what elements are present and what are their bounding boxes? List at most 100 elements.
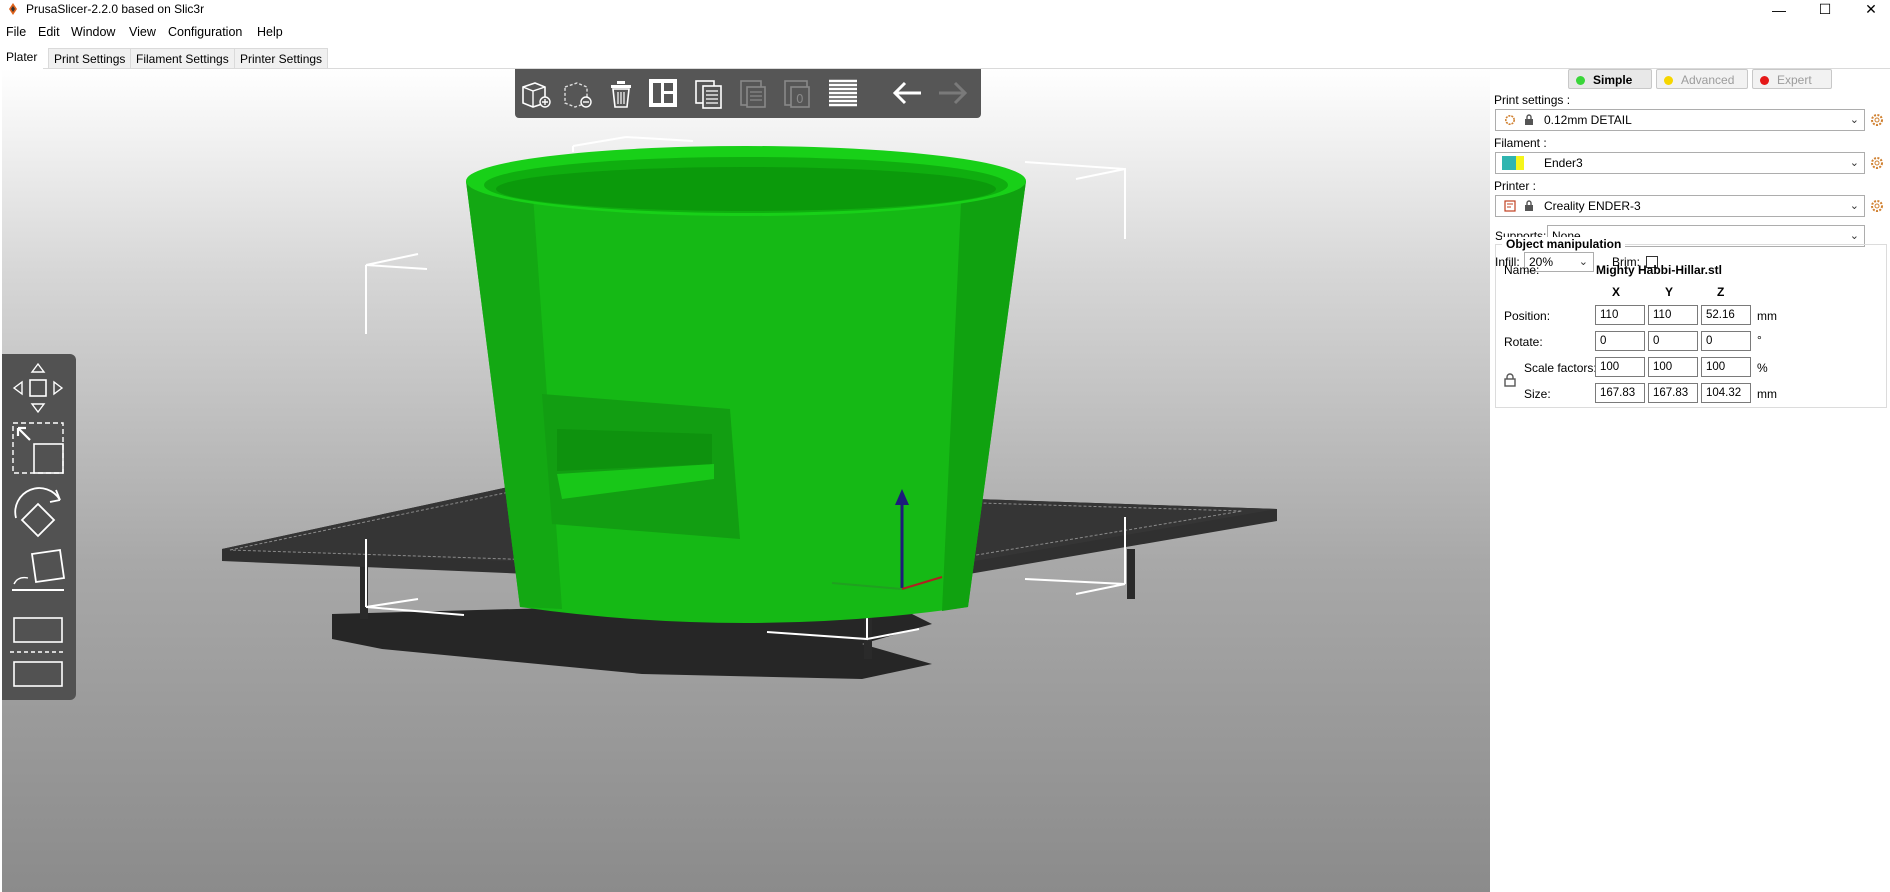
right-sidebar: Simple Advanced Expert Print settings : … [1490,69,1890,892]
menu-help[interactable]: Help [257,25,283,39]
chevron-down-icon: ⌄ [1849,157,1859,169]
axis-x-header: X [1612,285,1621,299]
lock-icon [1525,200,1533,211]
mode-simple-button[interactable]: Simple [1568,69,1652,89]
rotate-label: Rotate: [1504,335,1543,349]
object-manipulation-title: Object manipulation [1502,237,1626,251]
printer-value: Creality ENDER-3 [1544,199,1641,213]
size-unit: mm [1757,387,1777,401]
arrange-icon[interactable] [645,75,681,111]
size-label: Size: [1524,387,1551,401]
position-label: Position: [1504,309,1551,323]
delete-icon[interactable] [559,75,595,111]
menu-edit[interactable]: Edit [38,25,60,39]
print-settings-value: 0.12mm DETAIL [1544,113,1632,127]
svg-text:0: 0 [796,92,804,106]
3d-viewport[interactable]: 0 [2,69,1490,892]
rotate-z-field[interactable]: 0 [1701,331,1751,351]
scale-y-field[interactable]: 100 [1648,357,1698,377]
move-icon[interactable] [10,360,66,416]
layers-icon[interactable] [825,75,861,111]
lock-icon [1525,114,1533,125]
rotate-unit: ° [1757,333,1762,347]
instances-icon[interactable]: 0 [779,75,815,111]
gear-icon[interactable] [1870,113,1884,127]
size-z-field[interactable]: 104.32 [1701,383,1751,403]
undo-icon[interactable] [889,75,925,111]
yellow-dot-icon [1664,76,1673,85]
rotate-icon[interactable] [10,482,66,540]
chevron-down-icon: ⌄ [1849,230,1859,242]
mode-expert-button[interactable]: Expert [1752,69,1832,89]
close-button[interactable]: ✕ [1848,0,1890,19]
object-name: Mighty Habbi-Hillar.stl [1596,263,1723,277]
position-x-field[interactable]: 110 [1595,305,1645,325]
place-on-face-icon[interactable] [10,544,66,600]
filament-value: Ender3 [1544,156,1583,170]
menu-bar: File Edit Window View Configuration Help [0,22,1890,42]
green-dot-icon [1576,76,1585,85]
model-cup[interactable] [466,146,1026,623]
red-dot-icon [1760,76,1769,85]
printer-label: Printer : [1494,179,1537,193]
title-bar: PrusaSlicer-2.2.0 based on Slic3r — ☐ ✕ [0,0,1890,19]
name-label: Name: [1504,263,1540,277]
menu-view[interactable]: View [129,25,156,39]
filament-color-swatch [1502,156,1516,170]
scale-factors-label: Scale factors: [1524,361,1597,375]
rotate-y-field[interactable]: 0 [1648,331,1698,351]
tab-print-settings[interactable]: Print Settings [48,48,132,68]
position-z-field[interactable]: 52.16 [1701,305,1751,325]
menu-window[interactable]: Window [71,25,115,39]
gear-icon[interactable] [1870,156,1884,170]
filament-combo[interactable]: Ender3 ⌄ [1495,152,1865,174]
prusaslicer-logo-icon [9,3,17,15]
filament-label: Filament : [1494,136,1547,150]
settings-cog-icon [1505,115,1515,125]
print-settings-label: Print settings : [1494,93,1571,107]
add-icon[interactable] [517,75,553,111]
position-unit: mm [1757,309,1777,323]
scale-z-field[interactable]: 100 [1701,357,1751,377]
position-y-field[interactable]: 110 [1648,305,1698,325]
gizmo-toolbar [2,354,76,700]
maximize-button[interactable]: ☐ [1802,0,1848,19]
scale-x-field[interactable]: 100 [1595,357,1645,377]
tab-plater[interactable]: Plater [0,46,44,69]
rotate-x-field[interactable]: 0 [1595,331,1645,351]
menu-file[interactable]: File [6,25,26,39]
axis-z-header: Z [1717,285,1725,299]
tab-printer-settings[interactable]: Printer Settings [234,48,329,68]
minimize-icon: — [1772,1,1786,18]
object-manipulation-panel: Object manipulation Name: Mighty Habbi-H… [1495,237,1887,408]
maximize-icon: ☐ [1818,1,1832,17]
mode-expert-label: Expert [1777,73,1812,87]
main-tabs: Plater Print Settings Filament Settings … [0,46,1890,69]
scale-unit: % [1757,361,1768,375]
chevron-down-icon: ⌄ [1849,114,1859,126]
gear-icon[interactable] [1870,199,1884,213]
close-icon: ✕ [1865,1,1877,17]
mode-simple-label: Simple [1593,73,1633,87]
chevron-down-icon: ⌄ [1849,200,1859,212]
print-settings-combo[interactable]: 0.12mm DETAIL ⌄ [1495,109,1865,131]
top-toolbar: 0 [515,69,981,118]
scale-icon[interactable] [10,420,66,476]
scene [222,136,1277,679]
paste-icon[interactable] [735,75,771,111]
menu-configuration[interactable]: Configuration [168,25,242,39]
size-y-field[interactable]: 167.83 [1648,383,1698,403]
cut-icon[interactable] [10,610,66,690]
window-title: PrusaSlicer-2.2.0 based on Slic3r [26,2,205,16]
size-x-field[interactable]: 167.83 [1595,383,1645,403]
minimize-button[interactable]: — [1756,0,1802,19]
redo-icon[interactable] [935,75,971,111]
delete-all-icon[interactable] [603,75,639,111]
mode-advanced-button[interactable]: Advanced [1656,69,1748,89]
copy-icon[interactable] [691,75,727,111]
printer-combo[interactable]: Creality ENDER-3 ⌄ [1495,195,1865,217]
tab-filament-settings[interactable]: Filament Settings [130,48,235,68]
filament-color-swatch-2 [1516,156,1524,170]
mode-advanced-label: Advanced [1681,73,1735,87]
lock-icon[interactable] [1504,373,1516,387]
